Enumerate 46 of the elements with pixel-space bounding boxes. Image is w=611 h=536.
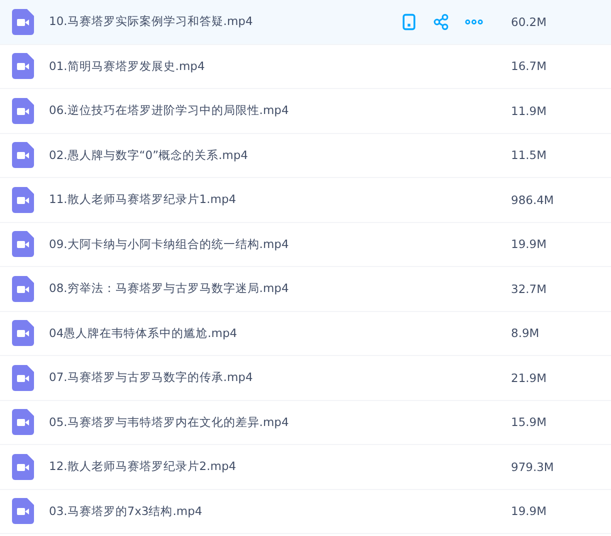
file-size: 32.7M bbox=[511, 282, 548, 296]
file-name: 12.散人老师马赛塔罗纪录片2.mp4 bbox=[49, 459, 238, 474]
file-name: 06.逆位技巧在塔罗进阶学习中的局限性.mp4 bbox=[49, 103, 290, 118]
video-file-icon bbox=[12, 320, 34, 346]
file-name: 10.马赛塔罗实际案例学习和答疑.mp4 bbox=[49, 14, 254, 30]
file-size: 19.9M bbox=[511, 237, 548, 252]
file-row[interactable]: 02.愚人牌与数字“0”概念的关系.mp4 11.5M bbox=[0, 134, 611, 178]
video-file-icon bbox=[12, 8, 34, 35]
video-file-icon bbox=[12, 53, 34, 80]
video-file-icon bbox=[12, 276, 34, 302]
file-row[interactable]: 05.马赛塔罗与韦特塔罗内在文化的差异.mp4 15.9M bbox=[0, 400, 611, 445]
file-size: 8.9M bbox=[511, 326, 540, 340]
video-file-icon bbox=[12, 364, 34, 391]
file-name: 11.散人老师马赛塔罗纪录片1.mp4 bbox=[49, 192, 238, 208]
file-size: 16.7M bbox=[511, 59, 548, 74]
file-row[interactable]: 04愚人牌在韦特体系中的尴尬.mp4 8.9M bbox=[0, 312, 611, 356]
file-size: 11.9M bbox=[511, 104, 548, 118]
file-size: 21.9M bbox=[511, 370, 548, 385]
file-size: 19.9M bbox=[511, 504, 548, 518]
file-size: 986.4M bbox=[511, 192, 555, 207]
file-name: 08.穷举法：马赛塔罗与古罗马数字迷局.mp4 bbox=[49, 281, 290, 296]
phone-icon[interactable] bbox=[401, 12, 417, 31]
video-file-icon bbox=[12, 231, 34, 258]
file-name: 02.愚人牌与数字“0”概念的关系.mp4 bbox=[49, 148, 249, 163]
share-icon[interactable] bbox=[433, 12, 449, 31]
file-size: 11.5M bbox=[511, 148, 548, 162]
video-file-icon bbox=[12, 454, 34, 480]
file-size: 979.3M bbox=[511, 460, 555, 474]
file-row[interactable]: 03.马赛塔罗的7x3结构.mp4 19.9M bbox=[0, 490, 611, 534]
video-file-icon bbox=[12, 498, 34, 524]
video-file-icon bbox=[12, 409, 34, 436]
file-row[interactable]: 10.马赛塔罗实际案例学习和答疑.mp4 60.2M bbox=[0, 0, 611, 44]
file-row[interactable]: 01.简明马赛塔罗发展史.mp4 16.7M bbox=[0, 44, 611, 89]
file-size: 60.2M bbox=[511, 14, 548, 29]
file-name: 04愚人牌在韦特体系中的尴尬.mp4 bbox=[49, 326, 238, 341]
video-file-icon bbox=[12, 142, 34, 168]
video-file-icon bbox=[12, 98, 34, 124]
file-name: 05.马赛塔罗与韦特塔罗内在文化的差异.mp4 bbox=[49, 414, 290, 430]
more-icon[interactable] bbox=[465, 18, 483, 26]
file-name: 07.马赛塔罗与古罗马数字的传承.mp4 bbox=[49, 370, 254, 386]
file-size: 15.9M bbox=[511, 415, 548, 430]
file-name: 09.大阿卡纳与小阿卡纳组合的统一结构.mp4 bbox=[49, 236, 290, 252]
file-row[interactable]: 09.大阿卡纳与小阿卡纳组合的统一结构.mp4 19.9M bbox=[0, 222, 611, 267]
file-name: 01.简明马赛塔罗发展史.mp4 bbox=[49, 58, 206, 74]
file-name: 03.马赛塔罗的7x3结构.mp4 bbox=[49, 504, 204, 519]
video-file-icon bbox=[12, 186, 34, 213]
